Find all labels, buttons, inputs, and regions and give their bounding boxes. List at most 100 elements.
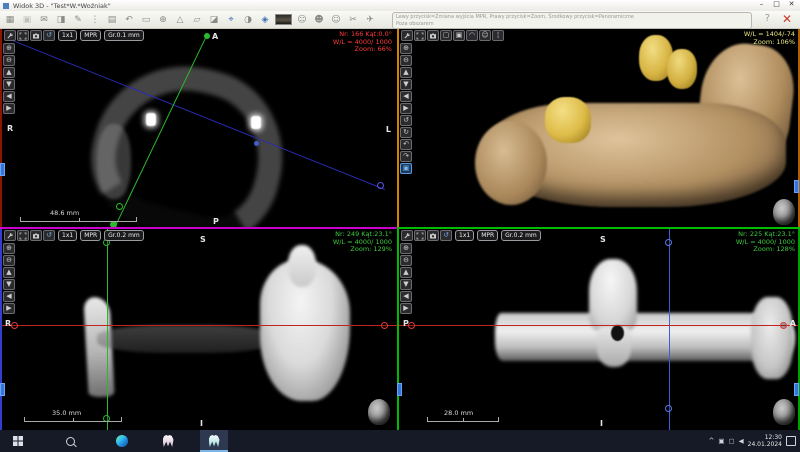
pan-left-button[interactable]: ◀ xyxy=(400,291,412,302)
dental-app-active-button[interactable] xyxy=(200,430,228,452)
axial-slice-scrollbar-thumb[interactable] xyxy=(0,163,5,176)
pan-up-button[interactable]: ▲ xyxy=(3,67,15,78)
zoom-in-button[interactable]: ⊕ xyxy=(400,43,412,54)
reset-button[interactable]: ↺ xyxy=(43,230,55,241)
axial-line-handle-blue[interactable] xyxy=(377,182,384,189)
battery-icon[interactable]: ▣ xyxy=(718,437,724,445)
pan-up-button[interactable]: ▲ xyxy=(400,267,412,278)
comment-icon[interactable]: ✉ xyxy=(37,13,51,27)
undo-icon[interactable]: ↶ xyxy=(122,13,136,27)
cross2-horizontal-line[interactable] xyxy=(399,325,800,326)
volume-scrollbar-thumb[interactable] xyxy=(794,180,799,193)
rotate-cw-button[interactable]: ↻ xyxy=(400,127,412,138)
measure-icon[interactable]: ⊕ xyxy=(156,13,170,27)
panoramic-icon[interactable] xyxy=(275,14,292,25)
display-mode2-button[interactable]: ▣ xyxy=(453,30,465,41)
settings-button[interactable] xyxy=(4,230,16,241)
mpr-button[interactable]: MPR xyxy=(80,230,101,241)
fullscreen-button[interactable] xyxy=(17,30,29,41)
view-3d-icon[interactable]: ◈ xyxy=(258,13,272,27)
settings-button[interactable] xyxy=(4,30,16,41)
grid-1x1-button[interactable]: 1x1 xyxy=(58,30,77,41)
viewport-3d[interactable]: W/L = 1404/-74 Zoom: 106% ▢ ▣ ◠ ☺ ¦ ⊕ ⊖ … xyxy=(399,28,800,227)
viewport-axial[interactable]: A R L P Nr: 166 Kąt:0.0° W/L = 4000/ 100… xyxy=(0,28,397,227)
snapshot-button[interactable] xyxy=(30,30,42,41)
pan-up-button[interactable]: ▲ xyxy=(3,267,15,278)
cross2-vertical-line[interactable] xyxy=(669,229,670,430)
tools-icon[interactable]: ✎ xyxy=(71,13,85,27)
fullscreen-button[interactable] xyxy=(414,30,426,41)
cross1-horizontal-line[interactable] xyxy=(2,325,397,326)
reset-button[interactable]: ↺ xyxy=(440,230,452,241)
settings-button[interactable] xyxy=(401,230,413,241)
patient-search-icon[interactable]: ☺ xyxy=(329,13,343,27)
start-button[interactable] xyxy=(4,430,32,452)
snapshot-button[interactable] xyxy=(30,230,42,241)
orientation-head-thumbnail[interactable] xyxy=(368,399,390,425)
fullscreen-button[interactable] xyxy=(17,230,29,241)
save-icon[interactable]: ▣ xyxy=(20,13,34,27)
viewport-cross-1[interactable]: S R I Nr: 249 Kąt:23.1° W/L = 4000/ 1000… xyxy=(0,229,397,430)
notification-center-icon[interactable] xyxy=(786,436,796,446)
thickness-button[interactable]: Gr.0.2 mm xyxy=(501,230,541,241)
implant-icon[interactable]: ⋮ xyxy=(88,13,102,27)
axial-implant-marker[interactable] xyxy=(254,141,259,146)
orientation-head-thumbnail[interactable] xyxy=(773,199,795,225)
roll-right-button[interactable]: ↷ xyxy=(400,151,412,162)
cross2-hline-handle-right[interactable] xyxy=(780,322,787,329)
thickness-button[interactable]: Gr.0.1 mm xyxy=(104,30,144,41)
cross2-vline-handle-top[interactable] xyxy=(665,239,672,246)
axial-cross-handle-top[interactable] xyxy=(204,33,210,39)
grid-1x1-button[interactable]: 1x1 xyxy=(58,230,77,241)
pan-up-button[interactable]: ▲ xyxy=(400,67,412,78)
pan-down-button[interactable]: ▼ xyxy=(400,79,412,90)
viewport-cross-2[interactable]: S P A I Nr: 225 Kąt:23.1° W/L = 4000/ 10… xyxy=(399,229,800,430)
pan-right-button[interactable]: ▶ xyxy=(3,103,15,114)
probe-button[interactable]: ¦ xyxy=(492,30,504,41)
settings-button[interactable] xyxy=(401,30,413,41)
pan-right-button[interactable]: ▶ xyxy=(3,303,15,314)
cross2-hline-handle-left[interactable] xyxy=(408,322,415,329)
angle-icon[interactable]: △ xyxy=(173,13,187,27)
zoom-in-button[interactable]: ⊕ xyxy=(3,43,15,54)
pan-left-button[interactable]: ◀ xyxy=(400,91,412,102)
grid-1x1-button[interactable]: 1x1 xyxy=(455,230,474,241)
pan-right-button[interactable]: ▶ xyxy=(400,103,412,114)
zoom-out-button[interactable]: ⊖ xyxy=(3,255,15,266)
airplane-icon[interactable]: ✈ xyxy=(363,13,377,27)
taskbar-search-button[interactable] xyxy=(56,430,84,452)
patient-view-button[interactable]: ☺ xyxy=(479,30,491,41)
arch-tool-button[interactable]: ◠ xyxy=(466,30,478,41)
help-button[interactable]: ? xyxy=(765,13,770,24)
thickness-button[interactable]: Gr.0.2 mm xyxy=(104,230,144,241)
maximize-button[interactable]: □ xyxy=(769,0,784,10)
rotate-ccw-button[interactable]: ↺ xyxy=(400,115,412,126)
pan-right-button[interactable]: ▶ xyxy=(400,303,412,314)
report-icon[interactable]: ▤ xyxy=(105,13,119,27)
taskbar-clock[interactable]: 12:30 24.01.2024 xyxy=(748,434,782,448)
patient-record-icon[interactable]: ☻ xyxy=(312,13,326,27)
edge-browser-button[interactable] xyxy=(108,430,136,452)
cross1-hline-handle-left[interactable] xyxy=(11,322,18,329)
reset-button[interactable]: ↺ xyxy=(43,30,55,41)
close-button[interactable]: ✕ xyxy=(784,0,799,10)
cross1-slice-scrollbar-thumb[interactable] xyxy=(0,383,5,396)
zoom-in-button[interactable]: ⊕ xyxy=(3,243,15,254)
zoom-out-button[interactable]: ⊖ xyxy=(400,55,412,66)
minimize-button[interactable]: – xyxy=(754,0,769,10)
eraser-icon[interactable]: ◪ xyxy=(207,13,221,27)
network-icon[interactable]: ▢ xyxy=(728,437,734,445)
scissors-icon[interactable]: ✂ xyxy=(346,13,360,27)
pan-left-button[interactable]: ◀ xyxy=(3,91,15,102)
zoom-out-button[interactable]: ⊖ xyxy=(400,255,412,266)
display-mode-button[interactable]: ▢ xyxy=(440,30,452,41)
fullscreen-button[interactable] xyxy=(414,230,426,241)
tray-chevron-icon[interactable]: ^ xyxy=(708,437,714,445)
pan-down-button[interactable]: ▼ xyxy=(3,279,15,290)
pan-down-button[interactable]: ▼ xyxy=(3,79,15,90)
snapshot-button[interactable] xyxy=(427,230,439,241)
axial-cross-handle-ring[interactable] xyxy=(116,203,123,210)
mpr-button[interactable]: MPR xyxy=(477,230,498,241)
close-view-button[interactable]: ✕ xyxy=(782,12,792,26)
orientation-head-thumbnail[interactable] xyxy=(773,399,795,425)
